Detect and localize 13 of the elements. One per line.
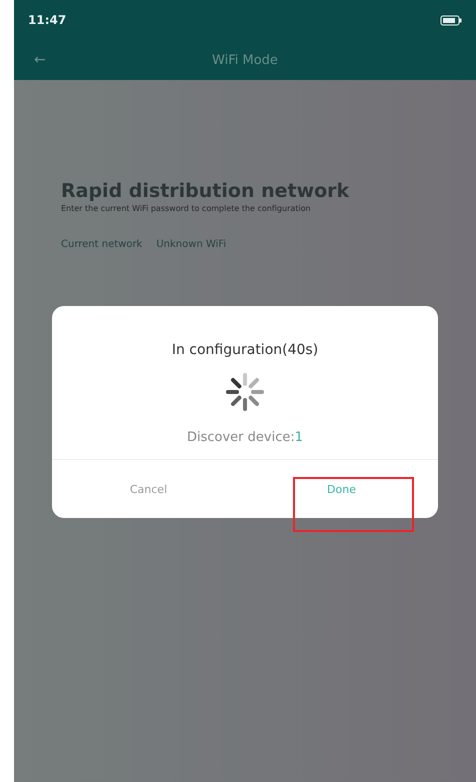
network-value: Unknown WiFi xyxy=(156,239,226,250)
back-button[interactable]: ← xyxy=(34,52,46,68)
discover-text: Discover device:1 xyxy=(186,430,304,445)
header-title: WiFi Mode xyxy=(212,52,278,68)
dialog-button[interactable]: Cancel xyxy=(52,460,245,518)
battery-icon xyxy=(440,14,462,26)
page-title: Rapid distribution network xyxy=(61,180,350,202)
page-subtitle: Enter the current WiFi password to complete the configuration xyxy=(61,204,312,213)
status-time: 11:47 xyxy=(28,13,66,27)
network-label: Current network xyxy=(61,239,142,250)
loading-spinner-icon xyxy=(225,372,265,412)
dialog-title: In configuration(40s) xyxy=(172,342,318,358)
dialog-button[interactable]: Done xyxy=(245,460,438,518)
